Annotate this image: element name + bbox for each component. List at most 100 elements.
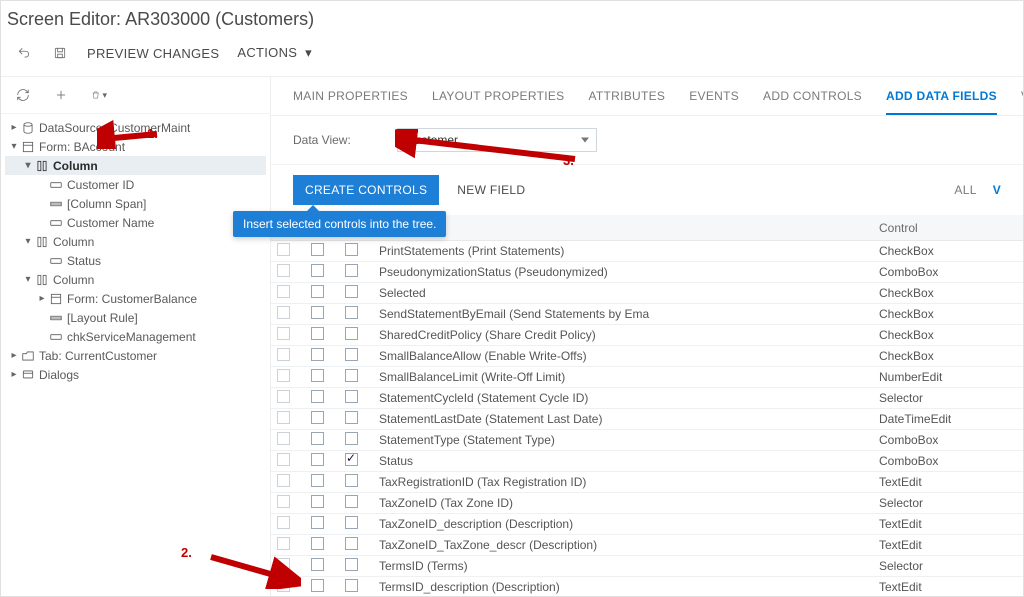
preview-changes-button[interactable]: PREVIEW CHANGES xyxy=(87,46,219,61)
used-checkbox[interactable] xyxy=(345,558,358,571)
select-checkbox[interactable] xyxy=(311,390,324,403)
row-indicator xyxy=(277,411,290,424)
used-checkbox[interactable] xyxy=(345,516,358,529)
tree[interactable]: ▸DataSource: CustomerMaint▾Form: BAccoun… xyxy=(1,114,270,597)
used-checkbox[interactable] xyxy=(345,348,358,361)
save-icon[interactable] xyxy=(51,44,69,62)
used-checkbox[interactable] xyxy=(345,306,358,319)
used-checkbox[interactable] xyxy=(345,285,358,298)
select-checkbox[interactable] xyxy=(311,327,324,340)
select-checkbox[interactable] xyxy=(311,516,324,529)
tree-node[interactable]: ▾Column xyxy=(5,232,266,251)
actions-menu-button[interactable]: ACTIONS ▾ xyxy=(237,45,312,61)
grid-row[interactable]: SendStatementByEmail (Send Statements by… xyxy=(271,304,1023,325)
grid-row[interactable]: TaxRegistrationID (Tax Registration ID)T… xyxy=(271,472,1023,493)
select-checkbox[interactable] xyxy=(311,285,324,298)
tab[interactable]: LAYOUT PROPERTIES xyxy=(432,89,564,115)
grid-row[interactable]: SelectedCheckBox xyxy=(271,283,1023,304)
tree-node[interactable]: Customer ID xyxy=(5,175,266,194)
grid-row[interactable]: PrintStatements (Print Statements)CheckB… xyxy=(271,241,1023,262)
grid-row[interactable]: StatementType (Statement Type)ComboBox xyxy=(271,430,1023,451)
undo-icon[interactable] xyxy=(15,44,33,62)
grid-row[interactable]: StatementCycleId (Statement Cycle ID)Sel… xyxy=(271,388,1023,409)
tree-twisty[interactable]: ▾ xyxy=(23,274,33,285)
used-checkbox[interactable] xyxy=(345,495,358,508)
filter-all[interactable]: ALL xyxy=(954,183,976,197)
tab[interactable]: ADD DATA FIELDS xyxy=(886,89,997,115)
row-indicator xyxy=(277,306,290,319)
new-field-button[interactable]: NEW FIELD xyxy=(453,175,529,205)
tree-node[interactable]: Status xyxy=(5,251,266,270)
select-checkbox[interactable] xyxy=(311,474,324,487)
select-checkbox[interactable] xyxy=(311,306,324,319)
tree-twisty[interactable]: ▸ xyxy=(9,369,19,380)
data-view-select[interactable]: Customer xyxy=(397,128,597,152)
used-checkbox[interactable] xyxy=(345,579,358,592)
used-checkbox[interactable] xyxy=(345,369,358,382)
used-checkbox[interactable] xyxy=(345,537,358,550)
grid-row[interactable]: TaxZoneID_TaxZone_descr (Description)Tex… xyxy=(271,535,1023,556)
tree-node[interactable]: [Layout Rule] xyxy=(5,308,266,327)
select-checkbox[interactable] xyxy=(311,558,324,571)
select-checkbox[interactable] xyxy=(311,453,324,466)
filter-visible[interactable]: V xyxy=(993,183,1001,197)
grid-row[interactable]: TermsID (Terms)Selector xyxy=(271,556,1023,577)
select-checkbox[interactable] xyxy=(311,264,324,277)
select-checkbox[interactable] xyxy=(311,348,324,361)
used-checkbox[interactable] xyxy=(345,432,358,445)
grid-row[interactable]: TermsID_description (Description)TextEdi… xyxy=(271,577,1023,597)
tree-node[interactable]: ▾Form: BAccount xyxy=(5,137,266,156)
tree-node[interactable]: ▸Form: CustomerBalance xyxy=(5,289,266,308)
used-checkbox[interactable] xyxy=(345,264,358,277)
delete-icon[interactable]: ▾ xyxy=(91,87,107,103)
used-checkbox[interactable] xyxy=(345,243,358,256)
grid-row[interactable]: SharedCreditPolicy (Share Credit Policy)… xyxy=(271,325,1023,346)
tree-node[interactable]: ▸Dialogs xyxy=(5,365,266,384)
tab[interactable]: EVENTS xyxy=(689,89,739,115)
tab[interactable]: ATTRIBUTES xyxy=(588,89,665,115)
used-checkbox[interactable] xyxy=(345,474,358,487)
control-type-cell: ComboBox xyxy=(873,454,1023,468)
grid-row[interactable]: StatusComboBox xyxy=(271,451,1023,472)
add-icon[interactable] xyxy=(53,87,69,103)
create-controls-button[interactable]: CREATE CONTROLS xyxy=(293,175,439,205)
tree-twisty[interactable]: ▸ xyxy=(37,293,47,304)
select-checkbox[interactable] xyxy=(311,579,324,592)
tree-twisty[interactable]: ▸ xyxy=(9,122,19,133)
tree-twisty[interactable]: ▾ xyxy=(9,141,19,152)
tree-twisty[interactable]: ▾ xyxy=(23,236,33,247)
select-checkbox[interactable] xyxy=(311,495,324,508)
used-checkbox[interactable] xyxy=(345,411,358,424)
tree-node[interactable]: ▸DataSource: CustomerMaint xyxy=(5,118,266,137)
used-checkbox[interactable] xyxy=(345,390,358,403)
tree-twisty[interactable]: ▾ xyxy=(23,160,33,171)
select-checkbox[interactable] xyxy=(311,432,324,445)
used-checkbox[interactable] xyxy=(345,453,358,466)
tree-node[interactable]: chkServiceManagement xyxy=(5,327,266,346)
row-indicator xyxy=(277,348,290,361)
control-type-cell: ComboBox xyxy=(873,433,1023,447)
select-checkbox[interactable] xyxy=(311,369,324,382)
tree-node[interactable]: [Column Span] xyxy=(5,194,266,213)
tab[interactable]: ADD CONTROLS xyxy=(763,89,862,115)
tree-node[interactable]: Customer Name xyxy=(5,213,266,232)
refresh-icon[interactable] xyxy=(15,87,31,103)
grid-row[interactable]: SmallBalanceLimit (Write-Off Limit)Numbe… xyxy=(271,367,1023,388)
tree-twisty[interactable]: ▸ xyxy=(9,350,19,361)
used-checkbox[interactable] xyxy=(345,327,358,340)
grid-row[interactable]: SmallBalanceAllow (Enable Write-Offs)Che… xyxy=(271,346,1023,367)
grid-row[interactable]: TaxZoneID (Tax Zone ID)Selector xyxy=(271,493,1023,514)
node-icon xyxy=(21,141,35,153)
tree-node[interactable]: ▾Column xyxy=(5,156,266,175)
tree-node[interactable]: ▾Column xyxy=(5,270,266,289)
tab[interactable]: MAIN PROPERTIES xyxy=(293,89,408,115)
grid-row[interactable]: StatementLastDate (Statement Last Date)D… xyxy=(271,409,1023,430)
select-checkbox[interactable] xyxy=(311,243,324,256)
data-view-label: Data View: xyxy=(293,133,383,147)
grid-row[interactable]: TaxZoneID_description (Description)TextE… xyxy=(271,514,1023,535)
select-checkbox[interactable] xyxy=(311,411,324,424)
grid-row[interactable]: PseudonymizationStatus (Pseudonymized)Co… xyxy=(271,262,1023,283)
tree-node[interactable]: ▸Tab: CurrentCustomer xyxy=(5,346,266,365)
select-checkbox[interactable] xyxy=(311,537,324,550)
fields-grid[interactable]: Field Name Control PrintStatements (Prin… xyxy=(271,215,1023,597)
